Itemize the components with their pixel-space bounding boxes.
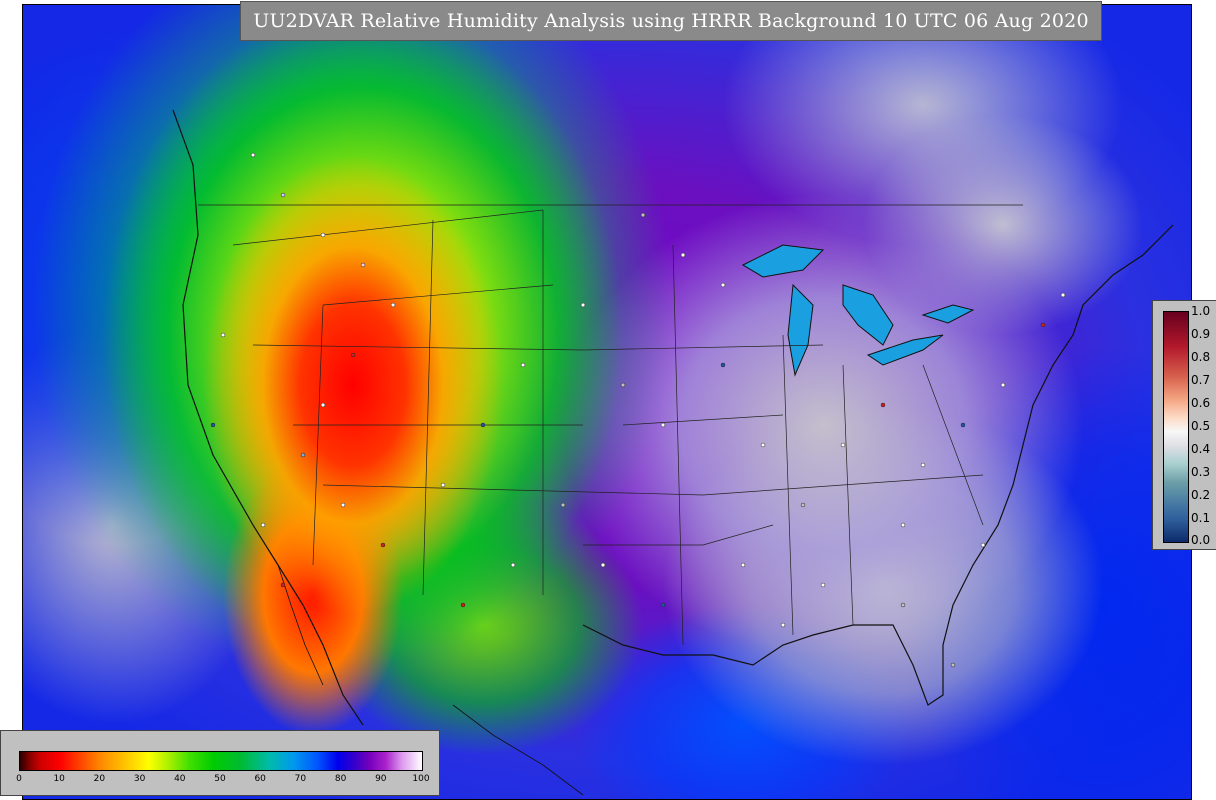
corr-tick-label: 0.6 [1191, 396, 1211, 410]
rh-tick-label: 0 [16, 774, 22, 784]
rh-tick-label: 20 [93, 774, 106, 784]
rh-tick-label: 30 [133, 774, 146, 784]
map-overlay [172, 109, 1174, 796]
humidity-map[interactable] [22, 4, 1192, 800]
state-borders [198, 204, 1023, 646]
corr-tick-label: 0.9 [1191, 327, 1211, 341]
rh-tick-label: 60 [254, 774, 266, 784]
corr-tick-label: 0.5 [1191, 419, 1211, 433]
corr-tick-label: 0.7 [1191, 373, 1211, 387]
corr-tick-label: 0.0 [1191, 533, 1211, 547]
corr-tick-label: 0.4 [1191, 442, 1211, 456]
corr-tick-label: 0.2 [1191, 488, 1211, 502]
rh-tick-label: 100 [412, 774, 430, 784]
humidity-colorbar-gradient [19, 751, 423, 771]
corr-tick-label: 0.3 [1191, 465, 1211, 479]
map-title: UU2DVAR Relative Humidity Analysis using… [240, 1, 1102, 41]
correlation-colorbar-gradient [1163, 311, 1189, 543]
rh-tick-label: 70 [294, 774, 307, 784]
rh-tick-label: 50 [214, 774, 226, 784]
corr-tick-label: 0.8 [1191, 350, 1211, 364]
humidity-colorbar-ticks: 0 10 20 30 40 50 60 70 80 90 100 [16, 774, 429, 788]
humidity-colorbar: 0 10 20 30 40 50 60 70 80 90 100 [0, 730, 440, 796]
corr-tick-label: 0.1 [1191, 511, 1211, 525]
coastlines [172, 109, 1174, 796]
rh-tick-label: 80 [334, 774, 347, 784]
station-observations [210, 152, 1066, 668]
rh-tick-label: 40 [174, 774, 186, 784]
corr-tick-label: 1.0 [1191, 304, 1211, 318]
rh-tick-label: 90 [375, 774, 387, 784]
correlation-colorbar: 1.0 0.9 0.8 0.7 0.6 0.5 0.4 0.3 0.2 0.1 … [1152, 300, 1216, 550]
great-lakes [741, 244, 975, 377]
rh-tick-label: 10 [53, 774, 65, 784]
